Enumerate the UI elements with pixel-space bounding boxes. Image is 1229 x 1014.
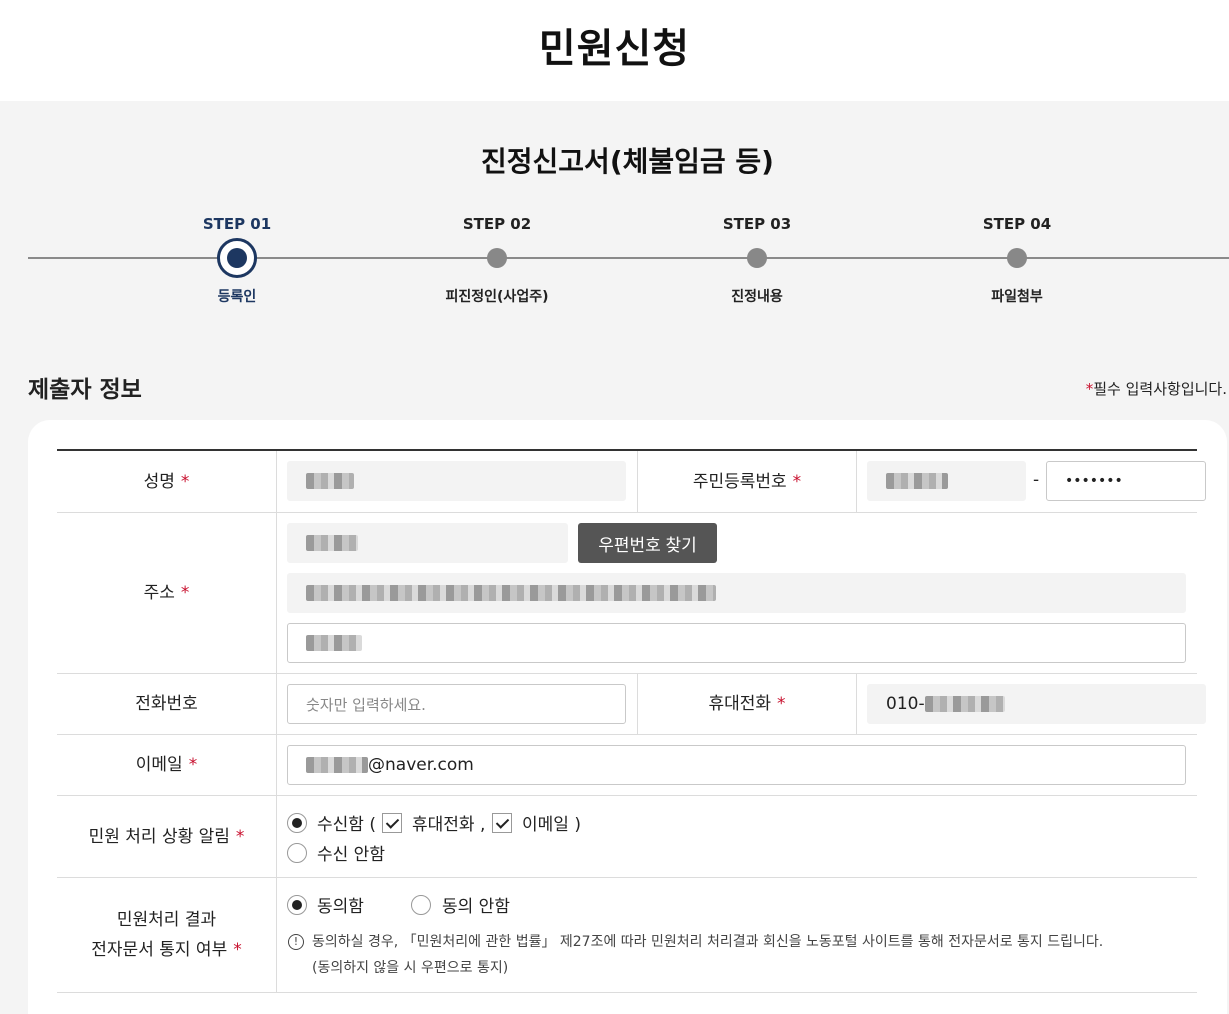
row-name: 성명 * 주민등록번호 * - ••••••• [57, 451, 1206, 513]
step-2-label: STEP 02 [462, 215, 532, 233]
edoc-notice-line1: 동의하실 경우, 「민원처리에 관한 법률」 제27조에 따라 민원처리 처리결… [312, 934, 1104, 950]
edoc-label: 민원처리 결과 전자문서 통지 여부 * [57, 878, 277, 992]
rrn-label: 주민등록번호 * [637, 451, 857, 512]
phone-cell: 숫자만 입력하세요. [277, 674, 637, 734]
edoc-agree-label: 동의함 [317, 897, 364, 917]
notify-email-label: 이메일 ) [522, 815, 581, 835]
row-email: 이메일 * @naver.com [57, 735, 1197, 796]
email-cell: @naver.com [277, 735, 1197, 795]
step-progress-line [28, 257, 1229, 259]
zipcode-field[interactable] [287, 523, 568, 563]
step-4-dot [1007, 248, 1027, 268]
edoc-disagree-radio[interactable] [411, 895, 431, 915]
notify-label: 민원 처리 상황 알림 * [57, 796, 277, 877]
notify-receive-label: 수신함 ( [317, 815, 376, 835]
edoc-cell: 동의함 동의 안함 ! 동의하실 경우, 「민원처리에 관한 법률」 제27조에… [277, 878, 1197, 992]
section-title: 제출자 정보 [28, 377, 142, 403]
masked-value [886, 473, 948, 489]
submitter-info-table: 성명 * 주민등록번호 * - ••••••• 주소 * 우편번호 찾기 전화번호 숫… [57, 449, 1206, 993]
form-title: 진정신고서(체불임금 등) [481, 145, 774, 178]
masked-value [306, 535, 358, 551]
address-main-field[interactable] [287, 573, 1186, 613]
row-notify: 민원 처리 상황 알림 * 수신함 ( 휴대전화 , 이메일 ) 수신 안함 [57, 796, 1197, 878]
row-edoc: 민원처리 결과 전자문서 통지 여부 * 동의함 동의 안함 ! 동의하실 경우,… [57, 878, 1197, 993]
notify-mobile-checkbox[interactable] [382, 813, 402, 833]
step-3-label: STEP 03 [722, 215, 792, 233]
notify-no-receive-label: 수신 안함 [317, 845, 385, 865]
name-field[interactable] [287, 461, 626, 501]
rrn-back-field[interactable]: ••••••• [1046, 461, 1206, 501]
edoc-disagree-label: 동의 안함 [442, 897, 510, 917]
notify-no-receive-radio[interactable] [287, 843, 307, 863]
masked-value [306, 585, 716, 601]
phone-input[interactable]: 숫자만 입력하세요. [287, 684, 626, 724]
step-1-dot [217, 238, 257, 278]
address-label: 주소 * [57, 513, 277, 673]
step-3-name: 진정내용 [731, 289, 783, 305]
edoc-agree-radio[interactable] [287, 895, 307, 915]
info-icon: ! [288, 934, 304, 950]
name-label: 성명 * [57, 451, 277, 512]
step-3-dot [747, 248, 767, 268]
notify-email-checkbox[interactable] [492, 813, 512, 833]
zipcode-search-button[interactable]: 우편번호 찾기 [578, 523, 717, 563]
masked-value [306, 473, 354, 489]
step-4-name: 파일첨부 [991, 289, 1043, 305]
step-1-name: 등록인 [217, 289, 257, 305]
required-note-text: 필수 입력사항입니다. [1093, 380, 1227, 398]
masked-value [306, 635, 362, 651]
step-2-dot [487, 248, 507, 268]
email-label: 이메일 * [57, 735, 277, 795]
notify-mobile-label: 휴대전화 , [412, 815, 486, 835]
row-phone: 전화번호 숫자만 입력하세요. 휴대전화 * 010- [57, 674, 1206, 735]
rrn-cell: - ••••••• [857, 451, 1206, 512]
address-cell: 우편번호 찾기 [277, 513, 1197, 673]
edoc-notice-line2: (동의하지 않을 시 우편으로 통지) [312, 960, 509, 976]
page-title: 민원신청 [538, 26, 691, 72]
step-1-label: STEP 01 [202, 215, 272, 233]
step-2-name: 피진정인(사업주) [445, 289, 549, 305]
masked-value [306, 757, 368, 773]
masked-value [924, 696, 1005, 712]
notify-cell: 수신함 ( 휴대전화 , 이메일 ) 수신 안함 [277, 796, 1197, 877]
email-input[interactable]: @naver.com [287, 745, 1186, 785]
mobile-field[interactable]: 010- [867, 684, 1206, 724]
rrn-front-field[interactable] [867, 461, 1026, 501]
row-address: 주소 * 우편번호 찾기 [57, 513, 1197, 674]
mobile-cell: 010- [857, 674, 1206, 734]
name-cell [277, 451, 637, 512]
mobile-label: 휴대전화 * [637, 674, 857, 734]
step-4-label: STEP 04 [982, 215, 1052, 233]
required-note: *필수 입력사항입니다. [1086, 378, 1227, 399]
phone-label: 전화번호 [57, 674, 277, 734]
rrn-separator: - [1033, 470, 1040, 490]
notify-receive-radio[interactable] [287, 813, 307, 833]
address-detail-field[interactable] [287, 623, 1186, 663]
